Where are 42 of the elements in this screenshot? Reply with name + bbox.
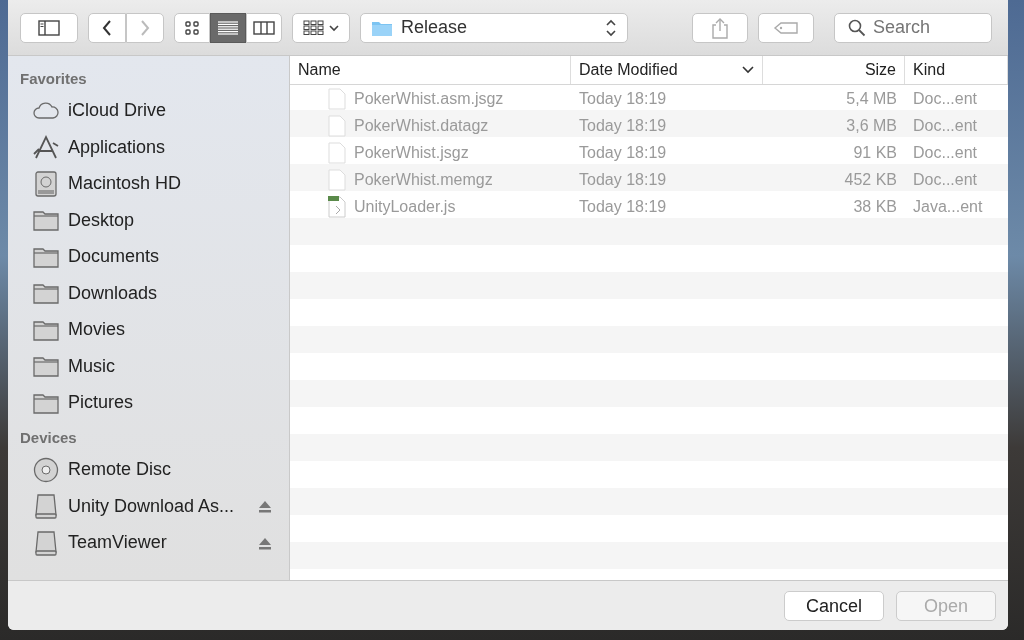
kind-cell-text: Doc...ent <box>912 169 979 190</box>
sidebar-item[interactable]: TeamViewer <box>20 524 272 561</box>
column-header[interactable]: Name <box>290 56 571 84</box>
file-name: UnityLoader.js <box>354 196 456 217</box>
sidebar-item[interactable]: Movies <box>20 311 272 348</box>
kind-cell-text: Doc...ent <box>912 142 979 163</box>
sidebar-item[interactable]: Unity Download As... <box>20 488 272 525</box>
sidebar-item[interactable]: Downloads <box>20 275 272 312</box>
date-cell-text: Today 18:19 <box>578 88 668 109</box>
file-name: PokerWhist.jsgz <box>354 142 469 163</box>
cancel-button[interactable]: Cancel <box>784 590 884 621</box>
size-cell-text: 452 KB <box>843 169 898 190</box>
column-header[interactable]: Kind <box>905 56 1008 84</box>
size-cell-text: 38 KB <box>852 196 898 217</box>
size-cell-text: 3,6 MB <box>845 115 898 136</box>
folder-name: Release <box>401 16 468 39</box>
section-heading: Devices <box>20 428 78 448</box>
sidebar-item[interactable]: Remote Disc <box>20 451 272 488</box>
date-cell-text: Today 18:19 <box>578 169 668 190</box>
file-name: PokerWhist.memgz <box>354 169 493 190</box>
search-field[interactable]: Search <box>834 12 992 43</box>
sidebar-item[interactable]: Music <box>20 348 272 385</box>
size-cell-text: 5,4 MB <box>845 88 898 109</box>
kind-cell-text: Java...ent <box>912 196 984 217</box>
column-header[interactable]: Size <box>763 56 905 84</box>
section-heading: Favorites <box>20 69 88 89</box>
file-name: PokerWhist.asm.jsgz <box>354 88 504 109</box>
size-cell-text: 91 KB <box>852 142 898 163</box>
kind-cell-text: Doc...ent <box>912 88 979 109</box>
kind-cell-text: Doc...ent <box>912 115 979 136</box>
date-cell-text: Today 18:19 <box>578 196 668 217</box>
sidebar-item[interactable]: iCloud Drive <box>20 92 272 129</box>
sidebar-item[interactable]: Desktop <box>20 202 272 239</box>
sidebar-item[interactable]: Applications <box>20 129 272 166</box>
sidebar-item[interactable]: Pictures <box>20 384 272 421</box>
sidebar-item[interactable]: Documents <box>20 238 272 275</box>
location-popup[interactable]: Release <box>360 12 628 43</box>
date-cell-text: Today 18:19 <box>578 115 668 136</box>
sidebar-item[interactable]: Macintosh HD <box>20 165 272 202</box>
file-name: PokerWhist.datagz <box>354 115 489 136</box>
column-header[interactable]: Date Modified <box>571 56 763 84</box>
date-cell-text: Today 18:19 <box>578 142 668 163</box>
